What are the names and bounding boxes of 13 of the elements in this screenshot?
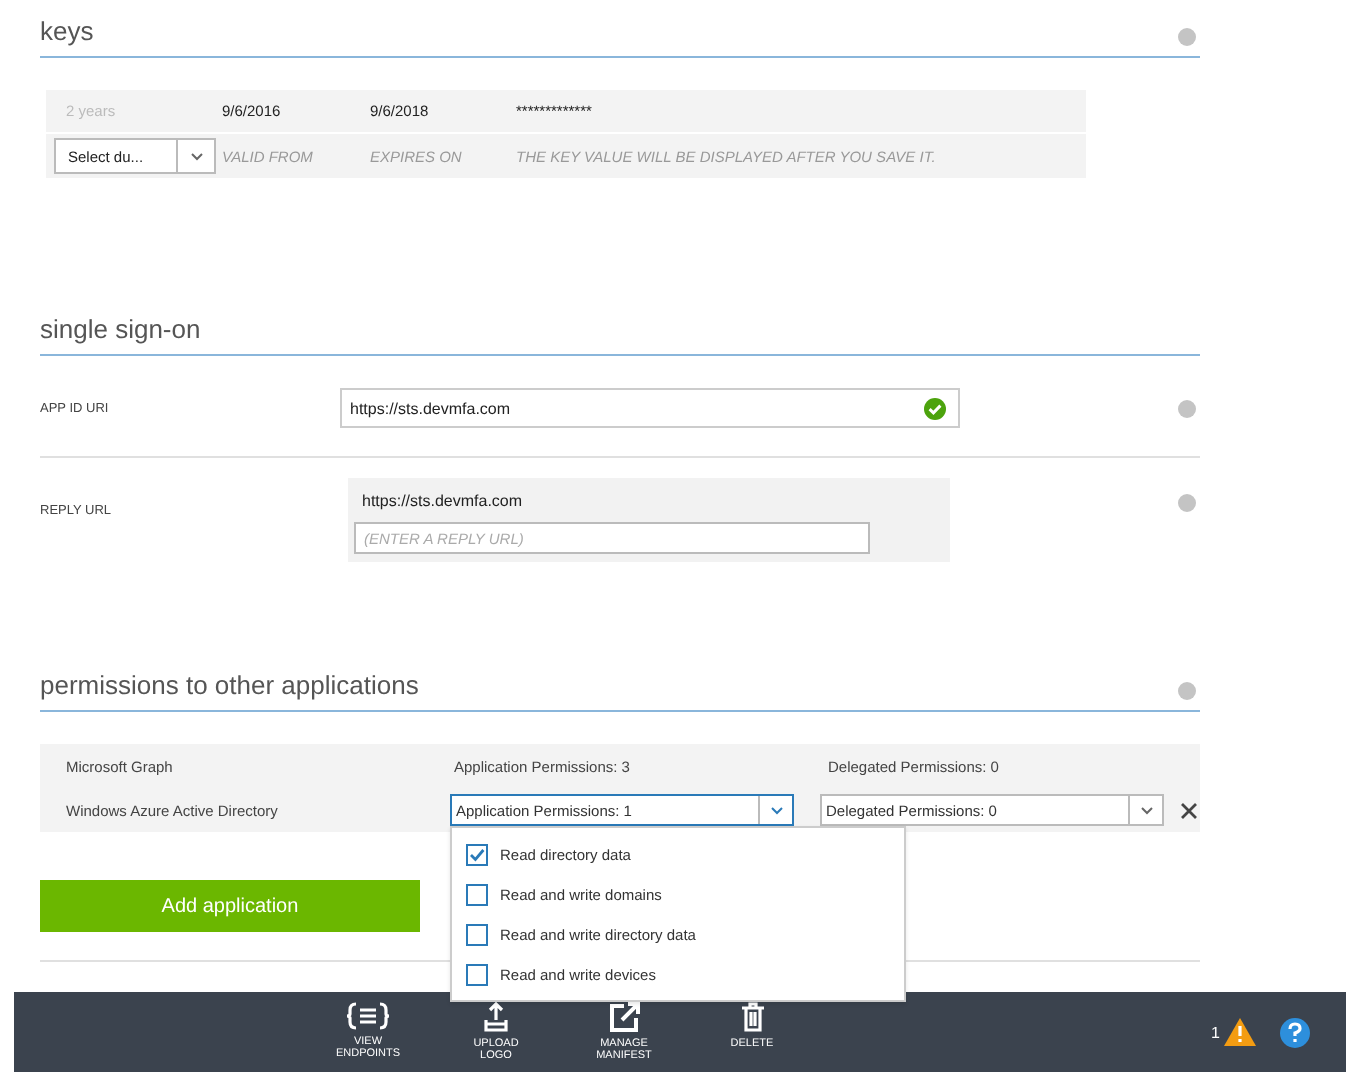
app-id-uri-field[interactable]: https://sts.devmfa.com bbox=[340, 388, 960, 428]
checkbox[interactable] bbox=[466, 883, 488, 905]
section-title: keys bbox=[40, 16, 94, 46]
checkbox[interactable] bbox=[466, 843, 488, 865]
section-title: permissions to other applications bbox=[40, 670, 419, 700]
checkbox[interactable] bbox=[466, 923, 488, 945]
close-icon[interactable] bbox=[1180, 801, 1198, 819]
checkbox[interactable] bbox=[466, 963, 488, 985]
list-braces-icon bbox=[346, 1002, 390, 1030]
warning-icon[interactable] bbox=[1224, 1018, 1256, 1046]
reply-url: https://sts.devmfa.com bbox=[360, 490, 525, 514]
section-title: single sign-on bbox=[40, 314, 201, 344]
warning-count[interactable]: 1 bbox=[1211, 1023, 1220, 1041]
